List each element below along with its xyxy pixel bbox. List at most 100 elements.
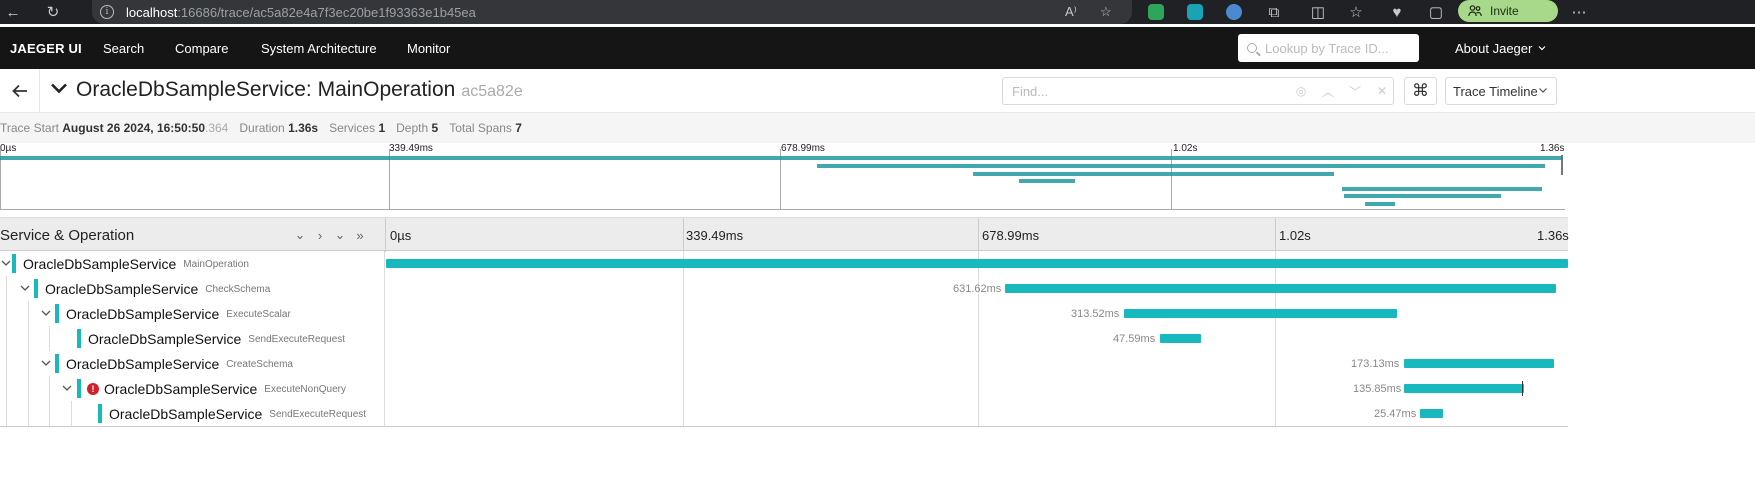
span-operation: CreateSchema — [226, 359, 293, 370]
address-bar[interactable]: i localhost:16686/trace/ac5a82e4a7f3ec20… — [92, 0, 1132, 24]
back-button[interactable] — [0, 69, 40, 113]
span-row[interactable]: OracleDbSampleService CheckSchema 631.62… — [0, 276, 1568, 301]
trace-minimap[interactable]: 0µs 339.49ms 678.99ms 1.02s 1.36s — [0, 143, 1565, 210]
indent-guide — [6, 351, 7, 376]
extension-app-icon[interactable] — [1187, 4, 1203, 20]
span-operation: SendExecuteRequest — [269, 409, 367, 420]
keyboard-shortcuts-button[interactable]: ⌘ — [1404, 77, 1437, 105]
span-duration-label: 47.59ms — [1113, 332, 1156, 345]
span-name-cell: OracleDbSampleService CheckSchema — [0, 276, 385, 301]
span-name-cell: ! OracleDbSampleService ExecuteNonQuery — [0, 376, 385, 401]
back-arrow-icon[interactable]: ← — [2, 0, 24, 24]
timeline-tick: 1.36s — [1537, 227, 1569, 243]
span-row[interactable]: OracleDbSampleService SendExecuteRequest… — [0, 401, 1568, 426]
more-options-icon[interactable]: ⋯ — [1568, 0, 1590, 24]
collapse-one-icon[interactable]: ⌄ — [292, 227, 308, 243]
span-label[interactable]: OracleDbSampleService ExecuteScalar — [66, 301, 291, 326]
minimap-tick: 1.36s — [1540, 143, 1565, 154]
indent-guide — [28, 401, 29, 426]
span-row[interactable]: OracleDbSampleService CreateSchema 173.1… — [0, 351, 1568, 376]
span-duration-bar[interactable] — [1404, 359, 1554, 368]
split-screen-icon[interactable]: ◫ — [1307, 0, 1329, 24]
favorite-star-icon[interactable]: ☆ — [1100, 4, 1112, 20]
invite-button[interactable]: Invite — [1458, 0, 1558, 22]
chevron-down-icon[interactable] — [40, 357, 52, 369]
minimap-span-bar — [1365, 202, 1395, 206]
span-row[interactable]: ! OracleDbSampleService ExecuteNonQuery … — [0, 376, 1568, 401]
span-label[interactable]: OracleDbSampleService CreateSchema — [66, 351, 293, 376]
about-jaeger-menu[interactable]: About Jaeger — [1455, 27, 1546, 69]
favorites-icon[interactable]: ☆ — [1345, 0, 1367, 24]
rows-bottom-border — [0, 426, 1568, 427]
span-duration-bar[interactable] — [1404, 384, 1524, 393]
extension-color-icon[interactable] — [1226, 4, 1242, 20]
site-info-icon[interactable]: i — [100, 5, 114, 19]
span-service: OracleDbSampleService — [109, 405, 263, 422]
span-duration-bar[interactable] — [386, 259, 1568, 268]
prev-result-icon[interactable]: ︿ — [1315, 78, 1341, 104]
nav-monitor[interactable]: Monitor — [407, 27, 450, 69]
span-service: OracleDbSampleService — [104, 380, 258, 397]
span-duration-bar[interactable] — [1124, 309, 1397, 318]
read-aloud-icon[interactable]: A⁾ — [1065, 4, 1077, 20]
jaeger-brand[interactable]: JAEGER UI — [10, 27, 82, 69]
span-label[interactable]: OracleDbSampleService SendExecuteRequest — [88, 326, 345, 351]
browser-essentials-icon[interactable]: ♥ — [1386, 0, 1408, 24]
span-label[interactable]: OracleDbSampleService MainOperation — [23, 251, 249, 276]
trace-id-lookup-input[interactable] — [1265, 40, 1415, 56]
trace-overview: Trace Start August 26 2024, 16:50:50.364… — [0, 113, 1755, 143]
span-service: OracleDbSampleService — [66, 305, 220, 322]
service-color-bar — [12, 254, 16, 273]
indent-guide — [6, 376, 7, 401]
next-result-icon[interactable]: ﹀ — [1342, 78, 1368, 104]
span-label[interactable]: ! OracleDbSampleService ExecuteNonQuery — [87, 376, 346, 401]
clear-search-icon[interactable]: ✕ — [1369, 78, 1395, 104]
trace-title: OracleDbSampleService: MainOperation ac5… — [76, 69, 523, 113]
find-input[interactable] — [1003, 83, 1283, 99]
nav-system-architecture[interactable]: System Architecture — [261, 27, 377, 69]
view-mode-select[interactable]: Trace Timeline — [1445, 77, 1557, 105]
minimap-span-bar — [817, 164, 1545, 168]
span-row[interactable]: OracleDbSampleService SendExecuteRequest… — [0, 326, 1568, 351]
service-color-bar — [77, 329, 81, 348]
chevron-down-icon[interactable] — [61, 382, 73, 394]
error-icon: ! — [87, 382, 99, 395]
feedback-icon[interactable]: ▢ — [1425, 0, 1447, 24]
indent-guide — [6, 401, 7, 426]
extension-shield-icon[interactable] — [1148, 4, 1164, 20]
span-end-marker — [1522, 381, 1523, 396]
span-row[interactable]: OracleDbSampleService ExecuteScalar 313.… — [0, 301, 1568, 326]
span-duration-bar[interactable] — [1160, 334, 1201, 343]
about-jaeger-label: About Jaeger — [1455, 40, 1533, 56]
span-duration-bar[interactable] — [1005, 284, 1556, 293]
locate-icon[interactable]: ◎ — [1288, 78, 1314, 104]
chevron-down-icon[interactable] — [19, 282, 31, 294]
minimap-span-bar — [0, 156, 1562, 160]
expand-one-icon[interactable]: › — [312, 228, 328, 243]
span-operation: ExecuteScalar — [226, 309, 291, 320]
jaeger-navbar: JAEGER UI Search Compare System Architec… — [0, 27, 1755, 69]
people-icon — [1468, 5, 1482, 17]
column-resize-handle[interactable] — [385, 218, 387, 252]
chevron-down-icon[interactable] — [40, 307, 52, 319]
minimap-span-bar — [973, 172, 1334, 176]
trace-id-lookup — [1238, 34, 1419, 62]
collapse-details-chevron-icon[interactable] — [50, 79, 68, 97]
service-color-bar — [77, 379, 81, 398]
span-row[interactable]: OracleDbSampleService MainOperation — [0, 251, 1568, 276]
reload-icon[interactable]: ↻ — [42, 0, 64, 24]
trace-page-header: OracleDbSampleService: MainOperation ac5… — [0, 69, 1755, 113]
minimap-span-bar — [1019, 179, 1075, 183]
nav-compare[interactable]: Compare — [175, 27, 228, 69]
span-duration-bar[interactable] — [1420, 409, 1443, 418]
expand-all-icon[interactable]: » — [352, 228, 368, 243]
total-spans-value: 7 — [515, 121, 522, 135]
nav-search[interactable]: Search — [103, 27, 144, 69]
span-label[interactable]: OracleDbSampleService SendExecuteRequest — [109, 401, 366, 426]
extensions-puzzle-icon[interactable]: ⧉ — [1263, 0, 1285, 24]
chevron-down-icon[interactable] — [0, 257, 12, 269]
span-label[interactable]: OracleDbSampleService CheckSchema — [45, 276, 270, 301]
depth-value: 5 — [431, 121, 439, 135]
span-service: OracleDbSampleService — [66, 355, 220, 372]
collapse-all-icon[interactable]: ⌄ — [332, 227, 348, 243]
